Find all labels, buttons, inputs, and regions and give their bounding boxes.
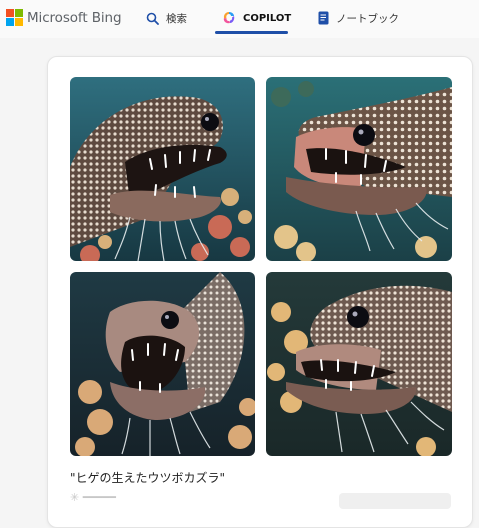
logo-square-red: [6, 9, 14, 17]
generated-image-3[interactable]: [70, 272, 255, 456]
search-icon: [146, 12, 159, 25]
top-bar: Microsoft Bing 検索 COPILOT ノートブック: [0, 0, 479, 38]
tab-copilot-label: COPILOT: [243, 12, 292, 24]
tab-notebook-label: ノートブック: [336, 12, 399, 25]
generated-image-2[interactable]: [266, 77, 452, 261]
tab-search-label: 検索: [166, 12, 187, 25]
tab-search[interactable]: 検索: [146, 0, 187, 36]
designer-credit: ✳ ━━━━━: [70, 491, 116, 504]
logo-square-blue: [6, 18, 14, 26]
generated-image-4[interactable]: [266, 272, 452, 456]
brand-name: Microsoft Bing: [27, 9, 122, 26]
notebook-icon: [318, 11, 329, 25]
copilot-icon: [222, 11, 236, 25]
generated-image-1[interactable]: [70, 77, 255, 261]
tab-notebook[interactable]: ノートブック: [318, 0, 399, 36]
logo-square-yellow: [15, 18, 23, 26]
logo-square-green: [15, 9, 23, 17]
bing-logo[interactable]: Microsoft Bing: [6, 9, 122, 26]
prompt-caption: "ヒゲの生えたウツボカズラ": [70, 471, 226, 485]
active-tab-indicator: [215, 31, 288, 34]
image-info-pill[interactable]: [339, 493, 451, 509]
microsoft-logo-icon: [6, 9, 23, 26]
